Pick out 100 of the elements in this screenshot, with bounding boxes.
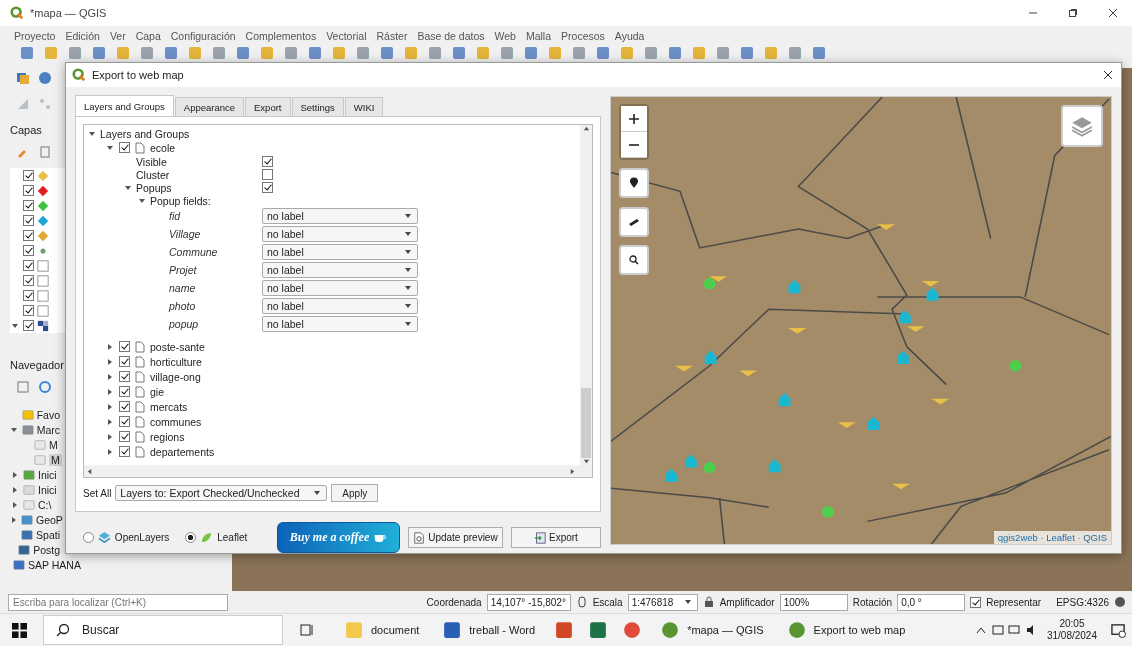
expand-arrow-icon[interactable] bbox=[11, 500, 19, 509]
label-dropdown[interactable]: no label bbox=[262, 280, 418, 296]
browser-item[interactable]: Postg bbox=[33, 543, 60, 556]
expand-arrow-icon[interactable] bbox=[106, 447, 114, 456]
coordinate-field[interactable]: 14,107° -15,802° bbox=[486, 593, 571, 611]
label-dropdown[interactable]: no label bbox=[262, 244, 418, 260]
task-view-icon[interactable] bbox=[299, 622, 315, 638]
expand-arrow-icon[interactable] bbox=[88, 129, 96, 138]
option-checkbox[interactable] bbox=[262, 156, 273, 167]
house-markers-drawing[interactable] bbox=[665, 279, 939, 482]
label-dropdown[interactable]: no label bbox=[262, 208, 418, 224]
scrollbar-thumb[interactable] bbox=[581, 388, 591, 458]
expand-arrow-icon[interactable] bbox=[106, 417, 114, 426]
lock-icon[interactable] bbox=[702, 596, 715, 608]
toolbar-tool-icon[interactable] bbox=[308, 46, 322, 60]
layer-checkbox[interactable] bbox=[23, 275, 34, 286]
menu-item[interactable]: Ver bbox=[109, 30, 126, 42]
tab[interactable]: Layers and Groups bbox=[75, 95, 174, 116]
layer-checkbox[interactable] bbox=[23, 185, 34, 196]
layer-checkbox[interactable] bbox=[23, 230, 34, 241]
menu-item[interactable]: Vectorial bbox=[326, 30, 367, 42]
label-dropdown[interactable]: no label bbox=[262, 298, 418, 314]
layers-control-button[interactable] bbox=[1061, 105, 1103, 147]
label-dropdown[interactable]: no label bbox=[262, 226, 418, 242]
globe-icon[interactable] bbox=[38, 71, 52, 85]
toolbar-tool-icon[interactable] bbox=[92, 46, 106, 60]
layer-checkbox[interactable] bbox=[23, 215, 34, 226]
mouse-icon[interactable] bbox=[575, 596, 588, 608]
expand-arrow-icon[interactable] bbox=[10, 425, 19, 434]
expand-arrow-icon[interactable] bbox=[138, 196, 146, 205]
layer-checkbox[interactable] bbox=[119, 446, 130, 457]
toolbar-tool-icon[interactable] bbox=[20, 46, 34, 60]
update-preview-button[interactable]: Update preview bbox=[407, 527, 503, 548]
windows-start-icon[interactable] bbox=[12, 622, 27, 638]
layer-checkbox[interactable] bbox=[119, 386, 130, 397]
browser-item[interactable]: C:\ bbox=[38, 498, 52, 511]
label-dropdown[interactable]: no label bbox=[262, 262, 418, 278]
layer-checkbox[interactable] bbox=[119, 431, 130, 442]
toolbar-tool-icon[interactable] bbox=[812, 46, 826, 60]
taskbar-app-button[interactable]: Export to web map bbox=[775, 615, 918, 645]
toolbar-tool-icon[interactable] bbox=[596, 46, 610, 60]
toolbar-tool-icon[interactable] bbox=[236, 46, 250, 60]
expand-arrow-icon[interactable] bbox=[11, 321, 19, 330]
toolbar-tool-icon[interactable] bbox=[668, 46, 682, 60]
layer-checkbox[interactable] bbox=[119, 401, 130, 412]
expand-arrow-icon[interactable] bbox=[106, 357, 114, 366]
option-checkbox[interactable] bbox=[262, 182, 273, 193]
crs-button[interactable]: EPSG:4326 bbox=[1056, 596, 1109, 608]
expand-arrow-icon[interactable] bbox=[106, 143, 114, 152]
scroll-right-icon[interactable] bbox=[569, 467, 576, 475]
school-markers-drawing[interactable] bbox=[675, 224, 950, 490]
add-layer-icon[interactable] bbox=[16, 71, 30, 85]
browser-item[interactable]: GeoP bbox=[36, 513, 63, 526]
browser-item[interactable]: Marc bbox=[36, 423, 60, 436]
render-checkbox[interactable] bbox=[970, 596, 982, 608]
layer-checkbox[interactable] bbox=[23, 200, 34, 211]
measure-button[interactable] bbox=[619, 207, 649, 237]
set-all-dropdown[interactable]: Layers to: Export Checked/Unchecked bbox=[115, 485, 328, 501]
menu-item[interactable]: Ráster bbox=[376, 30, 408, 42]
layer-name[interactable]: communes bbox=[150, 415, 202, 428]
zoom-in-button[interactable] bbox=[621, 106, 647, 132]
layer-checkbox[interactable] bbox=[23, 245, 34, 256]
toolbar-tool-icon[interactable] bbox=[524, 46, 538, 60]
menu-item[interactable]: Base de datos bbox=[417, 30, 485, 42]
browser-item[interactable]: Favo bbox=[36, 408, 60, 421]
layer-name[interactable]: ecole bbox=[150, 141, 176, 154]
vertical-scrollbar[interactable] bbox=[580, 125, 592, 465]
notification-icon[interactable] bbox=[1111, 622, 1126, 638]
tree-group-label[interactable]: Layers and Groups bbox=[100, 127, 190, 140]
scroll-up-icon[interactable] bbox=[582, 125, 590, 132]
layer-checkbox[interactable] bbox=[23, 305, 34, 316]
apply-button[interactable]: Apply bbox=[331, 484, 379, 502]
menu-item[interactable]: Malla bbox=[525, 30, 552, 42]
layer-name[interactable]: regions bbox=[150, 430, 185, 443]
locate-button[interactable] bbox=[619, 168, 649, 198]
fruit-markers-drawing[interactable] bbox=[703, 278, 1022, 518]
browser-item[interactable]: Inici bbox=[38, 468, 57, 481]
menu-item[interactable]: Configuración bbox=[170, 30, 236, 42]
layer-name[interactable]: poste-sante bbox=[150, 340, 205, 353]
menu-item[interactable]: Proyecto bbox=[14, 30, 56, 42]
toolbar-tool-icon[interactable] bbox=[164, 46, 178, 60]
zoom-out-button[interactable] bbox=[621, 132, 647, 158]
layer-checkbox[interactable] bbox=[119, 371, 130, 382]
format-radio[interactable] bbox=[185, 532, 197, 543]
expand-arrow-icon[interactable] bbox=[124, 183, 132, 192]
layer-checkbox[interactable] bbox=[23, 290, 34, 301]
menu-item[interactable]: Edición bbox=[65, 30, 100, 42]
expand-arrow-icon[interactable] bbox=[106, 372, 114, 381]
layer-checkbox[interactable] bbox=[23, 320, 34, 331]
toolbar-tool-icon[interactable] bbox=[452, 46, 466, 60]
format-radio[interactable] bbox=[83, 532, 94, 543]
menu-item[interactable]: Ayuda bbox=[614, 30, 645, 42]
magnifier-spinbox[interactable]: 100% bbox=[779, 593, 848, 611]
messages-icon[interactable] bbox=[1114, 596, 1126, 608]
horizontal-scrollbar[interactable] bbox=[84, 465, 592, 477]
browser-item[interactable]: Inici bbox=[38, 483, 57, 496]
browser-item[interactable]: Spati bbox=[36, 528, 60, 541]
layer-checkbox[interactable] bbox=[23, 170, 34, 181]
search-button[interactable] bbox=[619, 245, 649, 275]
expand-arrow-icon[interactable] bbox=[11, 470, 19, 479]
